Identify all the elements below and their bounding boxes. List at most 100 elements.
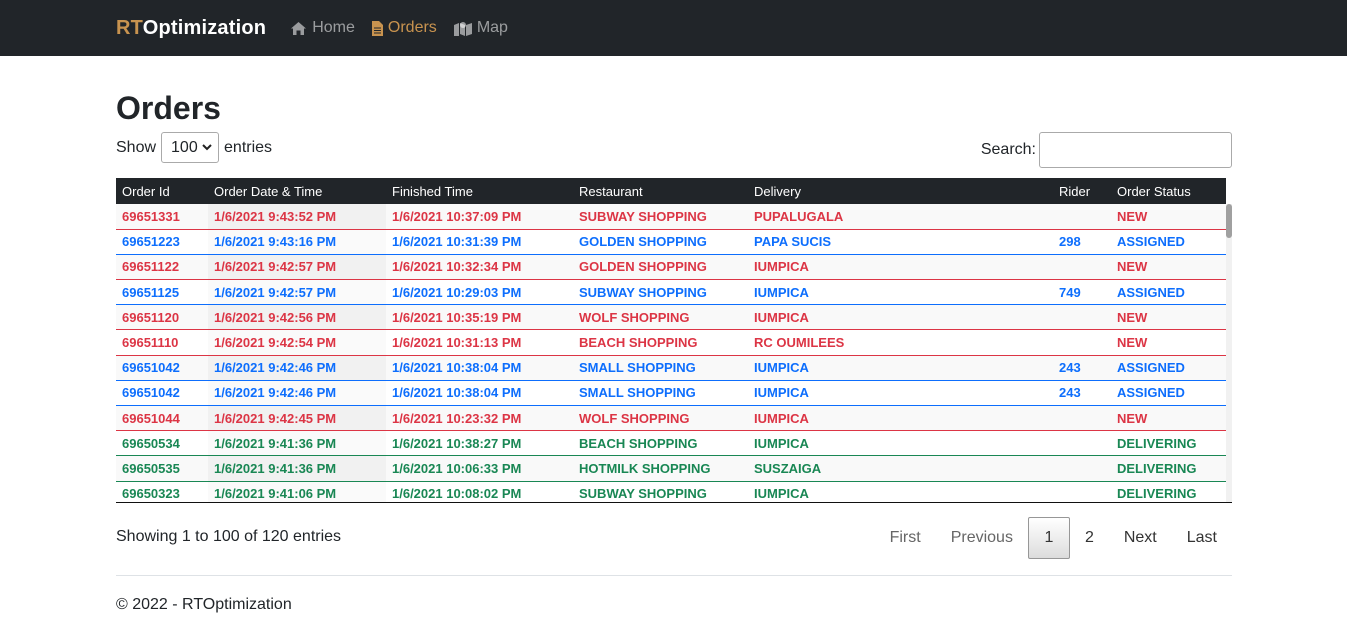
length-suffix: entries [224, 138, 273, 156]
cell-finished-time: 1/6/2021 10:31:13 PM [386, 329, 573, 356]
cell-delivery: IUMPICA [748, 304, 1053, 331]
cell-restaurant: SMALL SHOPPING [573, 380, 748, 407]
cell-order-status: DELIVERING [1111, 430, 1226, 457]
table-scrollbar[interactable] [1226, 204, 1232, 502]
cell-finished-time: 1/6/2021 10:38:27 PM [386, 430, 573, 457]
cell-order-date: 1/6/2021 9:42:54 PM [208, 329, 386, 356]
length-prefix: Show [116, 138, 157, 156]
table-row[interactable]: 69651044 1/6/2021 9:42:45 PM 1/6/2021 10:2… [116, 405, 1226, 432]
table-row[interactable]: 69651120 1/6/2021 9:42:56 PM 1/6/2021 10:3… [116, 304, 1226, 331]
cell-order-id: 69651223 [116, 229, 208, 255]
cell-rider: 749 [1053, 279, 1111, 306]
cell-order-id: 69651110 [116, 329, 208, 356]
cell-order-id: 69651120 [116, 304, 208, 331]
header-finished-time[interactable]: Finished Time [386, 178, 573, 204]
cell-restaurant: BEACH SHOPPING [573, 329, 748, 356]
header-restaurant[interactable]: Restaurant [573, 178, 748, 204]
cell-restaurant: GOLDEN SHOPPING [573, 254, 748, 281]
cell-finished-time: 1/6/2021 10:38:04 PM [386, 355, 573, 381]
cell-rider: 243 [1053, 355, 1111, 381]
cell-order-status: DELIVERING [1111, 455, 1226, 482]
cell-order-id: 69651125 [116, 279, 208, 306]
cell-finished-time: 1/6/2021 10:06:33 PM [386, 455, 573, 482]
cell-rider [1053, 430, 1111, 457]
search-input[interactable] [1039, 132, 1232, 168]
cell-order-date: 1/6/2021 9:42:45 PM [208, 405, 386, 432]
footer-divider [116, 575, 1232, 576]
home-icon [291, 21, 307, 35]
cell-finished-time: 1/6/2021 10:23:32 PM [386, 405, 573, 432]
cell-order-id: 69651122 [116, 254, 208, 281]
nav-orders-label: Orders [387, 19, 437, 36]
cell-rider [1053, 405, 1111, 432]
table-row[interactable]: 69650534 1/6/2021 9:41:36 PM 1/6/2021 10:3… [116, 430, 1226, 457]
nav-home-label: Home [312, 19, 355, 36]
cell-order-date: 1/6/2021 9:41:36 PM [208, 430, 386, 457]
brand-accent: RT [116, 16, 143, 39]
footer-text: © 2022 - RTOptimization [116, 596, 292, 613]
table-header-row: Order Id Order Date & Time Finished Time… [116, 178, 1226, 204]
cell-order-id: 69651331 [116, 204, 208, 230]
cell-finished-time: 1/6/2021 10:32:34 PM [386, 254, 573, 281]
brand-logo[interactable]: RTOptimization [116, 17, 266, 40]
cell-rider [1053, 304, 1111, 331]
cell-order-status: ASSIGNED [1111, 380, 1226, 407]
header-order-status[interactable]: Order Status [1111, 178, 1226, 204]
nav-map[interactable]: Map [453, 19, 508, 37]
table-row[interactable]: 69650535 1/6/2021 9:41:36 PM 1/6/2021 10:0… [116, 455, 1226, 482]
cell-restaurant: GOLDEN SHOPPING [573, 229, 748, 255]
cell-finished-time: 1/6/2021 10:38:04 PM [386, 380, 573, 407]
page-2-button[interactable]: 2 [1070, 517, 1109, 559]
cell-delivery: IUMPICA [748, 430, 1053, 457]
cell-order-date: 1/6/2021 9:42:46 PM [208, 355, 386, 381]
cell-rider: 243 [1053, 380, 1111, 407]
cell-order-date: 1/6/2021 9:42:57 PM [208, 254, 386, 281]
nav-home[interactable]: Home [290, 19, 355, 37]
cell-restaurant: BEACH SHOPPING [573, 430, 748, 457]
cell-restaurant: SUBWAY SHOPPING [573, 279, 748, 306]
cell-rider [1053, 329, 1111, 356]
table-row[interactable]: 69651042 1/6/2021 9:42:46 PM 1/6/2021 10:3… [116, 380, 1226, 407]
header-order-id[interactable]: Order Id [116, 178, 208, 204]
chevron-down-icon [202, 144, 212, 151]
page-first-button[interactable]: First [875, 517, 936, 559]
table-row[interactable]: 69651331 1/6/2021 9:43:52 PM 1/6/2021 10:3… [116, 204, 1226, 230]
cell-delivery: IUMPICA [748, 481, 1053, 502]
cell-delivery: IUMPICA [748, 380, 1053, 407]
orders-table: Order Id Order Date & Time Finished Time… [116, 178, 1226, 502]
entries-length-control: Show 100 entries [116, 132, 272, 163]
table-row[interactable]: 69650323 1/6/2021 9:41:06 PM 1/6/2021 10:0… [116, 481, 1226, 502]
table-row[interactable]: 69651223 1/6/2021 9:43:16 PM 1/6/2021 10:3… [116, 229, 1226, 255]
header-order-date[interactable]: Order Date & Time [208, 178, 386, 204]
page-last-button[interactable]: Last [1172, 517, 1232, 559]
brand-name: Optimization [142, 16, 267, 39]
cell-restaurant: HOTMILK SHOPPING [573, 455, 748, 482]
nav-orders[interactable]: Orders [371, 19, 437, 37]
cell-order-date: 1/6/2021 9:42:56 PM [208, 304, 386, 331]
page-next-button[interactable]: Next [1109, 517, 1172, 559]
header-delivery[interactable]: Delivery [748, 178, 1053, 204]
cell-finished-time: 1/6/2021 10:08:02 PM [386, 481, 573, 502]
cell-order-status: NEW [1111, 405, 1226, 432]
header-rider[interactable]: Rider [1053, 178, 1111, 204]
page-previous-button[interactable]: Previous [936, 517, 1028, 559]
cell-order-date: 1/6/2021 9:41:36 PM [208, 455, 386, 482]
cell-order-date: 1/6/2021 9:43:16 PM [208, 229, 386, 255]
cell-delivery: PAPA SUCIS [748, 229, 1053, 255]
cell-restaurant: SUBWAY SHOPPING [573, 204, 748, 230]
page-1-button[interactable]: 1 [1027, 517, 1070, 559]
table-row[interactable]: 69651122 1/6/2021 9:42:57 PM 1/6/2021 10:3… [116, 254, 1226, 281]
cell-delivery: PUPALUGALA [748, 204, 1053, 230]
entries-select[interactable]: 100 [161, 132, 220, 163]
cell-order-status: NEW [1111, 204, 1226, 230]
cell-order-status: ASSIGNED [1111, 355, 1226, 381]
cell-order-status: DELIVERING [1111, 481, 1226, 502]
page-title: Orders [116, 90, 221, 126]
table-row[interactable]: 69651110 1/6/2021 9:42:54 PM 1/6/2021 10:3… [116, 329, 1226, 356]
orders-table-body: 69651331 1/6/2021 9:43:52 PM 1/6/2021 10:3… [116, 204, 1226, 502]
cell-restaurant: WOLF SHOPPING [573, 304, 748, 331]
cell-restaurant: SUBWAY SHOPPING [573, 481, 748, 502]
table-row[interactable]: 69651125 1/6/2021 9:42:57 PM 1/6/2021 10:2… [116, 279, 1226, 306]
table-row[interactable]: 69651042 1/6/2021 9:42:46 PM 1/6/2021 10:3… [116, 355, 1226, 381]
scrollbar-thumb[interactable] [1226, 204, 1232, 238]
